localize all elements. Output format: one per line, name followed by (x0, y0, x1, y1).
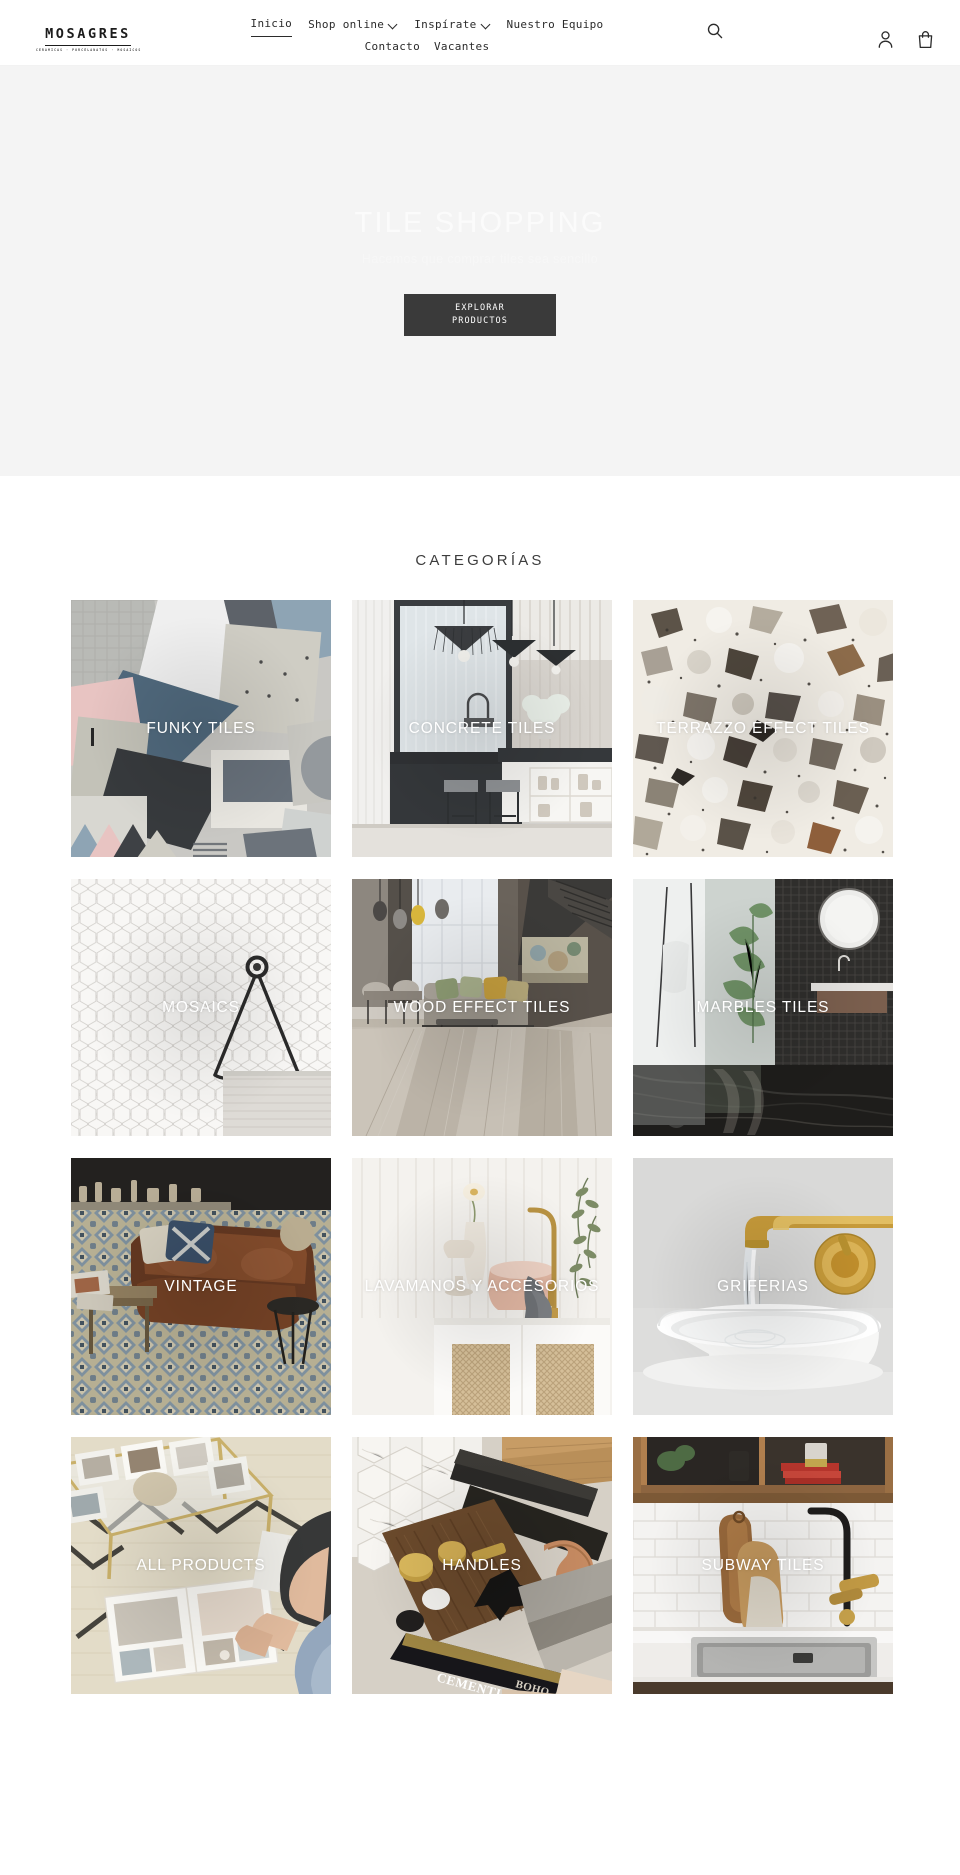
category-label: FUNKY TILES (146, 719, 256, 737)
account-icon[interactable] (877, 30, 894, 49)
nav-item-inspirate[interactable]: Inspírate (414, 14, 490, 36)
category-card-funky-tiles[interactable]: FUNKY TILES (71, 600, 331, 857)
category-label: WOOD EFFECT TILES (393, 998, 571, 1016)
category-label: HANDLES (442, 1556, 522, 1574)
categories-heading: CATEGORÍAS (415, 552, 545, 569)
category-label: MOSAICS (162, 998, 240, 1016)
category-label: TERRAZZO EFFECT TILES (656, 719, 870, 737)
header-actions (877, 30, 934, 49)
site-logo[interactable]: MOSAGRES CERAMICAS · PORCELANATOS · MOSA… (36, 23, 140, 52)
nav-item-label: Shop online (308, 18, 385, 31)
page-bottom-spacer (0, 1694, 960, 1762)
category-label: GRIFERIAS (717, 1277, 809, 1295)
category-card-subway-tiles[interactable]: SUBWAY TILES (633, 1437, 893, 1694)
nav-item-inicio[interactable]: Inicio (250, 13, 293, 37)
category-label: LAVAMANOS Y ACCESORIOS (364, 1277, 600, 1295)
nav-row-secondary: Contacto Vacantes (232, 36, 622, 58)
category-label: VINTAGE (164, 1277, 238, 1295)
site-header: MOSAGRES CERAMICAS · PORCELANATOS · MOSA… (0, 0, 960, 66)
hero-subtitle: Hacemos que comprar tiles sea sencillo (361, 251, 599, 266)
category-card-all-products[interactable]: ALL PRODUCTS (71, 1437, 331, 1694)
category-card-concrete-tiles[interactable]: CONCRETE TILES (352, 600, 612, 857)
nav-item-label: Inspírate (414, 18, 477, 31)
explorar-productos-button[interactable]: EXPLORAR PRODUCTOS (404, 293, 556, 336)
nav-item-label: Nuestro Equipo (506, 18, 604, 31)
search-icon[interactable] (706, 22, 724, 40)
logo-wordmark: MOSAGRES (45, 27, 131, 46)
category-label: MARBLES TILES (696, 998, 830, 1016)
category-label: CONCRETE TILES (408, 719, 556, 737)
category-card-handles[interactable]: CEMENTINE BOHO HANDLES (352, 1437, 612, 1694)
nav-item-label: Contacto (364, 40, 420, 53)
main-navigation: Inicio Shop online Inspírate Nuestro Equ… (232, 13, 622, 58)
category-label: ALL PRODUCTS (136, 1556, 266, 1574)
hero-title: TILE SHOPPING (354, 207, 606, 239)
category-card-lavamanos-y-accesorios[interactable]: LAVAMANOS Y ACCESORIOS (352, 1158, 612, 1415)
category-label: SUBWAY TILES (701, 1556, 825, 1574)
cta-line-1: EXPLORAR (455, 302, 505, 313)
category-card-terrazzo-effect-tiles[interactable]: TERRAZZO EFFECT TILES (633, 600, 893, 857)
cart-icon[interactable] (917, 30, 934, 49)
category-card-griferias[interactable]: GRIFERIAS (633, 1158, 893, 1415)
nav-item-label: Vacantes (434, 40, 490, 53)
nav-item-nuestro-equipo[interactable]: Nuestro Equipo (507, 14, 604, 36)
nav-row-primary: Inicio Shop online Inspírate Nuestro Equ… (232, 13, 622, 37)
hero-content: TILE SHOPPING Hacemos que comprar tiles … (0, 207, 960, 336)
category-card-wood-effect-tiles[interactable]: WOOD EFFECT TILES (352, 879, 612, 1136)
nav-item-label: Inicio (250, 17, 293, 30)
nav-item-contacto[interactable]: Contacto (365, 36, 420, 58)
nav-item-shop-online[interactable]: Shop online (308, 14, 398, 36)
chevron-down-icon (482, 20, 491, 29)
nav-item-vacantes[interactable]: Vacantes (434, 36, 489, 58)
chevron-down-icon (389, 20, 398, 29)
category-card-mosaics[interactable]: MOSAICS (71, 879, 331, 1136)
categories-grid: FUNKY TILES CONCRETE TILES TERRAZZO EFFE… (71, 600, 893, 1694)
category-card-marbles-tiles[interactable]: MARBLES TILES (633, 879, 893, 1136)
logo-tagline: CERAMICAS · PORCELANATOS · MOSAICOS (36, 47, 142, 52)
cta-line-2: PRODUCTOS (452, 315, 508, 326)
hero-banner: TILE SHOPPING Hacemos que comprar tiles … (0, 66, 960, 476)
categories-section: CATEGORÍAS FUNKY TILES CONCRETE TILES TE… (0, 476, 960, 1694)
category-card-vintage[interactable]: VINTAGE (71, 1158, 331, 1415)
